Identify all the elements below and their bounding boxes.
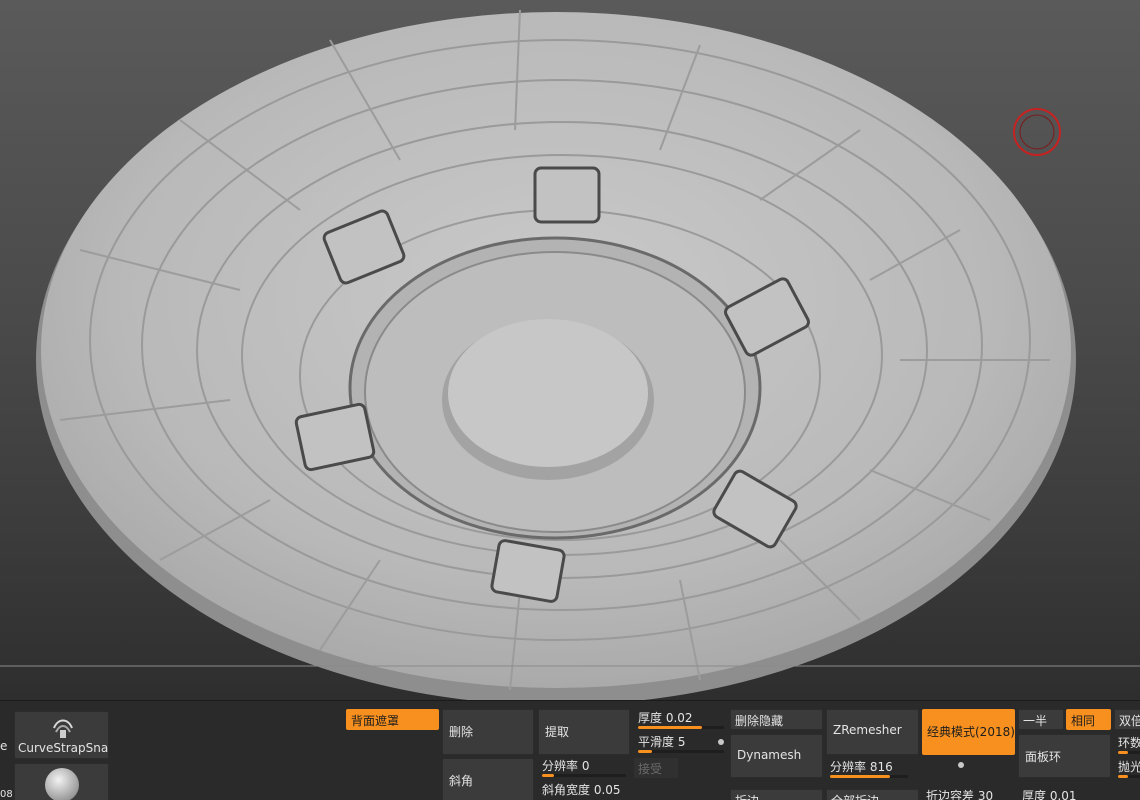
polish-slider[interactable]: 抛光 [1114,758,1140,780]
smoothness-value: 5 [677,735,686,749]
half-button[interactable]: 一半 [1018,709,1064,730]
double-button[interactable]: 双倍 [1114,709,1140,730]
delete-hidden-button[interactable]: 删除隐藏 [730,709,823,730]
dynamesh-button[interactable]: Dynamesh [730,734,823,778]
polish-label: 抛光 [1118,760,1140,774]
loops-label: 环数 [1118,736,1140,750]
smoothness-dot [718,739,724,745]
bevel-width-label: 斜角宽度 [542,783,591,797]
bevel-width-value: 0.05 [593,783,621,797]
resolution-slider[interactable]: 分辨率 0 [538,757,630,779]
classic-mode-button[interactable]: 经典模式(2018) [922,709,1015,755]
panel-loops-button[interactable]: 面板环 [1018,734,1111,778]
zremesher-resolution-slider[interactable]: 分辨率 816 [826,758,968,780]
sphere-brush-icon [45,768,79,800]
backface-mask-toggle[interactable]: 背面遮罩 [346,709,439,730]
bevel-width-slider[interactable]: 斜角宽度 0.05 [538,781,648,800]
thickness-slider[interactable]: 厚度 0.02 [634,709,728,731]
smoothness-label: 平滑度 [638,735,675,749]
partial-label-left-2: 08 [0,789,12,800]
thickness-2-label: 厚度 [1022,789,1047,800]
extract-button[interactable]: 提取 [538,709,630,755]
curve-strap-snap-label: CurveStrapSnap [18,741,109,755]
crease-tolerance-value: 30 [977,789,994,800]
delete-button[interactable]: 删除 [442,709,534,755]
curve-strap-snap-icon [53,719,73,738]
sphere-brush[interactable] [14,763,109,800]
loops-slider[interactable]: 环数 [1114,734,1140,756]
curve-strap-snap-brush[interactable]: CurveStrapSnap [14,711,109,759]
brush-cursor [1013,108,1061,156]
thickness-2-value: 0.01 [1049,789,1077,800]
crease-tolerance-label: 折边容差 [926,789,975,800]
zremesher-resolution-value: 816 [869,760,893,774]
thickness-2-slider[interactable]: 厚度 0.01 [1018,787,1112,800]
stone-disc-model [0,9,1140,700]
3d-viewport[interactable] [0,0,1140,700]
zremesher-button[interactable]: ZRemesher [826,709,919,755]
zremesher-resolution-label: 分辨率 [830,760,867,774]
crease-button[interactable]: 折边 [730,789,823,800]
crease-tolerance-slider[interactable]: 折边容差 30 [922,787,1016,800]
thickness-label: 厚度 [638,711,663,725]
bottom-tool-palette: e 08 CurveStrapSnap 背面遮罩 删除 斜角 提取 分辨率 0 … [0,700,1140,800]
bevel-button[interactable]: 斜角 [442,758,534,800]
resolution-label: 分辨率 [542,759,579,773]
same-button[interactable]: 相同 [1066,709,1111,730]
partial-label-left-1: e [0,739,8,753]
crease-all-button[interactable]: 全部折边 [826,789,919,800]
smoothness-slider[interactable]: 平滑度 5 [634,733,728,755]
zremesher-resolution-dot [958,762,964,768]
thickness-value: 0.02 [665,711,693,725]
accept-button[interactable]: 接受 [634,758,678,778]
resolution-value: 0 [581,759,590,773]
